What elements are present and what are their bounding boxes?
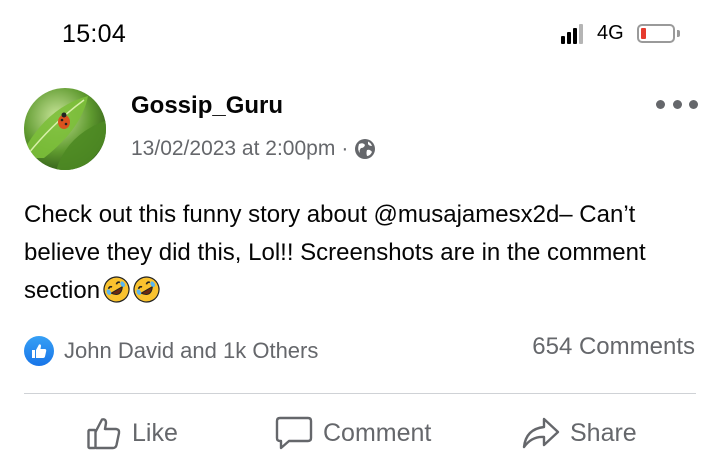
share-arrow-icon xyxy=(522,415,560,451)
cellular-signal-icon xyxy=(561,24,589,44)
post-actions: Like Comment Share xyxy=(0,408,722,458)
status-bar: 15:04 4G xyxy=(0,0,722,70)
rolling-on-floor-laughing-emoji xyxy=(133,276,160,303)
divider xyxy=(24,393,696,394)
reactions-summary[interactable]: John David and 1k Others xyxy=(24,336,318,366)
battery-nub xyxy=(677,30,680,37)
post-meta: 13/02/2023 at 2:00pm · xyxy=(131,137,376,161)
meta-separator: · xyxy=(341,137,349,160)
comment-button[interactable]: Comment xyxy=(275,408,431,458)
like-button[interactable]: Like xyxy=(86,408,178,458)
post-text: Check out this funny story about @musaja… xyxy=(24,196,704,310)
like-label: Like xyxy=(132,418,178,447)
post-timestamp[interactable]: 13/02/2023 at 2:00pm xyxy=(131,137,335,161)
reactions-text: John David and 1k Others xyxy=(64,338,319,363)
like-reaction-icon xyxy=(24,336,54,366)
status-time: 15:04 xyxy=(62,20,127,48)
author-name[interactable]: Gossip_Guru xyxy=(131,92,283,120)
globe-icon xyxy=(354,138,376,160)
comment-label: Comment xyxy=(323,418,432,447)
rolling-on-floor-laughing-emoji xyxy=(103,276,130,303)
battery-level xyxy=(641,28,646,39)
battery-low-icon xyxy=(637,24,675,43)
share-button[interactable]: Share xyxy=(522,408,637,458)
comment-bubble-icon xyxy=(275,415,313,451)
network-type: 4G xyxy=(597,22,624,44)
more-options-icon[interactable] xyxy=(656,98,698,110)
comments-count[interactable]: 654 Comments xyxy=(532,333,695,361)
avatar[interactable] xyxy=(24,88,106,170)
share-label: Share xyxy=(570,418,637,447)
thumbs-up-icon xyxy=(86,415,122,451)
